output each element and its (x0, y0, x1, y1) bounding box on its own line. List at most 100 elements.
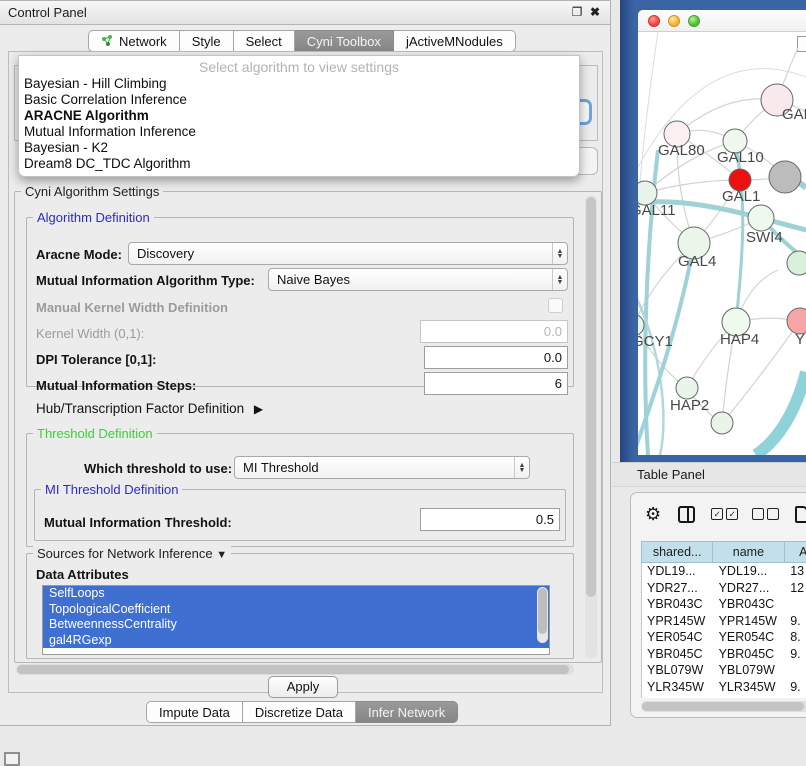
column-header[interactable]: A (785, 542, 806, 562)
tab-infer-network[interactable]: Infer Network (356, 701, 458, 723)
table-cell: 9. (785, 646, 806, 663)
tab-network[interactable]: Network (88, 30, 180, 52)
table-header-row: shared...nameA (641, 541, 806, 563)
table-row[interactable]: YDR27...YDR27...12 (642, 580, 806, 597)
node-label-GAL1: GAL1 (722, 188, 760, 205)
table-row[interactable]: YBR043CYBR043C (642, 596, 806, 613)
control-panel-titlebar: Control Panel ❐ ✖ (0, 1, 610, 25)
table-body: YDL19...YDL19...13YDR27...YDR27...12YBR0… (641, 563, 806, 698)
network-canvas[interactable]: GALGAL80GAL10GAL1GAL11SWI4GAL4GCY1HAP4YH… (638, 32, 806, 455)
attributes-scrollbar[interactable] (537, 587, 548, 643)
which-threshold-label: Which threshold to use: (84, 461, 232, 476)
kernel-width-field[interactable]: 0.0 (420, 320, 568, 343)
table-cell: YBR045C (714, 646, 786, 663)
network-node-bottom-node[interactable] (711, 412, 733, 434)
table-cell: YPR145W (714, 613, 786, 630)
tab-jactivemnodules[interactable]: jActiveMNodules (394, 30, 516, 52)
column-header[interactable]: name (713, 542, 784, 562)
table-cell: 12 (785, 580, 806, 597)
hub-definition-toggle[interactable]: Hub/Transcription Factor Definition ▶ (36, 401, 263, 416)
table-cell: YER054C (642, 629, 714, 646)
apply-button[interactable]: Apply (268, 676, 338, 698)
settings-horizontal-scrollbar[interactable] (16, 664, 574, 675)
dropdown-item[interactable]: Bayesian - Hill Climbing (19, 76, 579, 92)
table-horizontal-scrollbar[interactable] (641, 701, 806, 712)
close-traffic-light-icon[interactable] (648, 15, 660, 27)
dropdown-item[interactable]: Mutual Information Inference (19, 124, 579, 140)
algorithm-dropdown-popup: Select algorithm to view settings Bayesi… (18, 55, 580, 177)
node-label-GAL80: GAL80 (658, 142, 705, 159)
close-window-icon[interactable]: ✖ (588, 5, 602, 19)
network-window[interactable]: GALGAL80GAL10GAL1GAL11SWI4GAL4GCY1HAP4YH… (638, 10, 806, 455)
attribute-list-item[interactable]: BetweennessCentrality (43, 617, 549, 633)
table-row[interactable]: YLR345WYLR345W9. (642, 679, 806, 696)
manual-kernel-width-checkbox[interactable] (548, 298, 563, 313)
dpi-tolerance-label: DPI Tolerance [0,1]: (36, 352, 156, 367)
mi-steps-field[interactable]: 6 (424, 372, 568, 395)
stepper-icon: ▲▼ (514, 457, 529, 478)
network-edge[interactable] (756, 372, 806, 455)
network-node-green-right[interactable] (787, 251, 806, 275)
dropdown-item[interactable]: ARACNE Algorithm (19, 108, 579, 124)
tab-select[interactable]: Select (234, 30, 295, 52)
file-icon[interactable] (795, 506, 806, 523)
settings-vertical-scrollbar[interactable] (585, 195, 597, 659)
network-node-SWI4[interactable] (748, 205, 774, 231)
sources-group-title[interactable]: Sources for Network Inference ▼ (33, 546, 231, 561)
node-label-HAP4: HAP4 (720, 331, 759, 348)
mi-threshold-field[interactable]: 0.5 (420, 508, 560, 531)
table-cell: 13 (785, 563, 806, 580)
table-row[interactable]: YPR145WYPR145W9. (642, 613, 806, 630)
screen: { "colors": { "selection_blue": "#3f6fd1… (0, 0, 806, 762)
network-node-HAP2[interactable] (676, 377, 698, 399)
dpi-tolerance-field[interactable]: 0.0 (424, 346, 568, 369)
hub-definition-label: Hub/Transcription Factor Definition (36, 401, 244, 416)
float-window-icon[interactable]: ❐ (570, 5, 584, 19)
minimized-panel-icon[interactable] (4, 752, 20, 766)
attribute-list-item[interactable]: gal4RGexp (43, 633, 549, 649)
tab-discretize-data[interactable]: Discretize Data (243, 701, 356, 723)
mi-algorithm-type-label: Mutual Information Algorithm Type: (36, 273, 255, 288)
data-attributes-list[interactable]: SelfLoopsTopologicalCoefficientBetweenne… (42, 585, 550, 655)
table-panel-title: Table Panel (637, 467, 705, 482)
table-cell: YDR27... (642, 580, 714, 597)
dropdown-item[interactable]: Dream8 DC_TDC Algorithm (19, 156, 579, 172)
column-header[interactable]: shared... (642, 542, 713, 562)
minimize-traffic-light-icon[interactable] (668, 15, 680, 27)
network-icon (101, 35, 114, 47)
node-label-pink-right: Y (795, 331, 805, 348)
columns-icon[interactable] (678, 506, 695, 523)
mi-steps-label: Mutual Information Steps: (36, 378, 196, 393)
tab-cyni-toolbox[interactable]: Cyni Toolbox (295, 30, 394, 52)
dropdown-item[interactable]: Basic Correlation Inference (19, 92, 579, 108)
table-row[interactable]: YER054CYER054C8. (642, 629, 806, 646)
select-all-icon[interactable]: ✓✓ (711, 508, 738, 520)
algorithm-definition-title: Algorithm Definition (33, 210, 154, 225)
tab-style[interactable]: Style (180, 30, 234, 52)
table-row[interactable]: YBR045CYBR045C9. (642, 646, 806, 663)
mi-algorithm-type-combobox[interactable]: Naive Bayes ▲▼ (268, 268, 568, 291)
aracne-mode-combobox[interactable]: Discovery ▲▼ (128, 242, 568, 265)
gear-icon[interactable]: ⚙ (645, 504, 661, 524)
data-attributes-label: Data Attributes (36, 567, 129, 582)
table-row[interactable]: YJL052CYJL052C0 (642, 695, 806, 698)
tab-label: Discretize Data (255, 705, 343, 720)
which-threshold-combobox[interactable]: MI Threshold ▲▼ (234, 456, 530, 479)
tab-impute-data[interactable]: Impute Data (146, 701, 243, 723)
attribute-list-item[interactable]: TopologicalCoefficient (43, 602, 549, 618)
deselect-all-icon[interactable] (752, 508, 779, 520)
which-threshold-value: MI Threshold (235, 460, 514, 475)
table-row[interactable]: YDL19...YDL19...13 (642, 563, 806, 580)
table-cell (785, 662, 806, 679)
table-cell: YBR043C (714, 596, 786, 613)
table-cell: 9. (785, 613, 806, 630)
zoom-traffic-light-icon[interactable] (688, 15, 700, 27)
table-row[interactable]: YBL079WYBL079W (642, 662, 806, 679)
network-window-titlebar (638, 10, 806, 32)
mi-threshold-group-title: MI Threshold Definition (41, 482, 182, 497)
network-edge[interactable] (735, 141, 743, 322)
table-cell: YBR043C (642, 596, 714, 613)
attribute-list-item[interactable]: SelfLoops (43, 586, 549, 602)
dropdown-item[interactable]: Bayesian - K2 (19, 140, 579, 156)
network-node-gray-node[interactable] (769, 161, 801, 193)
